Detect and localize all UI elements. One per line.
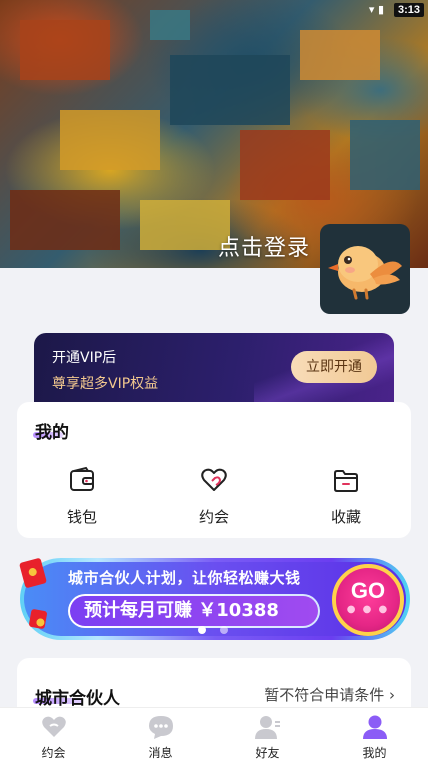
tab-friends[interactable]: 好友 bbox=[214, 708, 321, 762]
heart-icon bbox=[41, 716, 66, 737]
vip-subtitle: 尊享超多VIP权益 bbox=[52, 376, 159, 392]
wallet-entry[interactable]: 钱包 bbox=[32, 466, 132, 527]
city-partner-status[interactable]: 暂不符合申请条件 › bbox=[264, 684, 395, 705]
go-label: GO bbox=[350, 578, 386, 603]
vip-open-button[interactable]: 立即开通 bbox=[291, 351, 377, 383]
wallet-label: 钱包 bbox=[66, 508, 97, 526]
promo-earnings-text: 预计每月可赚 ￥10388 bbox=[70, 596, 318, 626]
wallet-icon bbox=[70, 466, 94, 491]
tab-friends-label: 好友 bbox=[255, 746, 280, 760]
go-button[interactable]: GO ● ● ● bbox=[332, 564, 404, 636]
favorites-entry[interactable]: 收藏 bbox=[296, 466, 396, 527]
city-partner-promo-banner[interactable]: 城市合伙人计划，让你轻松赚大钱 预计每月可赚 ￥10388 GO ● ● ● bbox=[20, 558, 410, 640]
chat-icon bbox=[148, 716, 173, 739]
folder-icon bbox=[334, 470, 358, 492]
status-time: 3:13 bbox=[393, 3, 424, 17]
my-section-title: 我的 bbox=[35, 423, 69, 443]
promo-headline: 城市合伙人计划，让你轻松赚大钱 bbox=[68, 569, 301, 587]
contacts-icon bbox=[254, 716, 280, 739]
my-section-card: 我的 钱包 约会 收藏 bbox=[17, 402, 411, 538]
city-partner-title: 城市合伙人 bbox=[35, 689, 120, 709]
avatar[interactable] bbox=[320, 224, 410, 314]
carousel-dot-active bbox=[198, 626, 206, 634]
chevron-right-icon: › bbox=[389, 686, 395, 704]
go-dots-icon: ● ● ● bbox=[346, 604, 390, 615]
dating-label: 约会 bbox=[198, 508, 229, 526]
tab-me-label: 我的 bbox=[362, 746, 387, 760]
profile-icon bbox=[362, 715, 387, 739]
login-link[interactable]: 点击登录 bbox=[218, 230, 310, 262]
tab-messages[interactable]: 消息 bbox=[107, 708, 214, 762]
tab-dating[interactable]: 约会 bbox=[0, 708, 107, 762]
city-partner-status-text: 暂不符合申请条件 bbox=[264, 686, 385, 704]
bird-avatar-icon bbox=[328, 246, 402, 300]
red-envelope-icon-small bbox=[28, 608, 48, 630]
tab-messages-label: 消息 bbox=[148, 746, 173, 760]
tab-me[interactable]: 我的 bbox=[321, 708, 428, 762]
promo-earnings-pill: 预计每月可赚 ￥10388 bbox=[68, 594, 320, 628]
tab-dating-label: 约会 bbox=[41, 746, 66, 760]
dating-entry[interactable]: 约会 bbox=[164, 466, 264, 527]
vip-title: 开通VIP后 bbox=[52, 350, 117, 366]
carousel-dot bbox=[220, 626, 228, 634]
bottom-tab-bar: 约会 消息 好友 我的 bbox=[0, 707, 428, 762]
signal-wifi-icon: ▾ ▮ bbox=[368, 3, 384, 16]
favorites-label: 收藏 bbox=[330, 508, 361, 526]
heart-icon bbox=[201, 468, 227, 491]
